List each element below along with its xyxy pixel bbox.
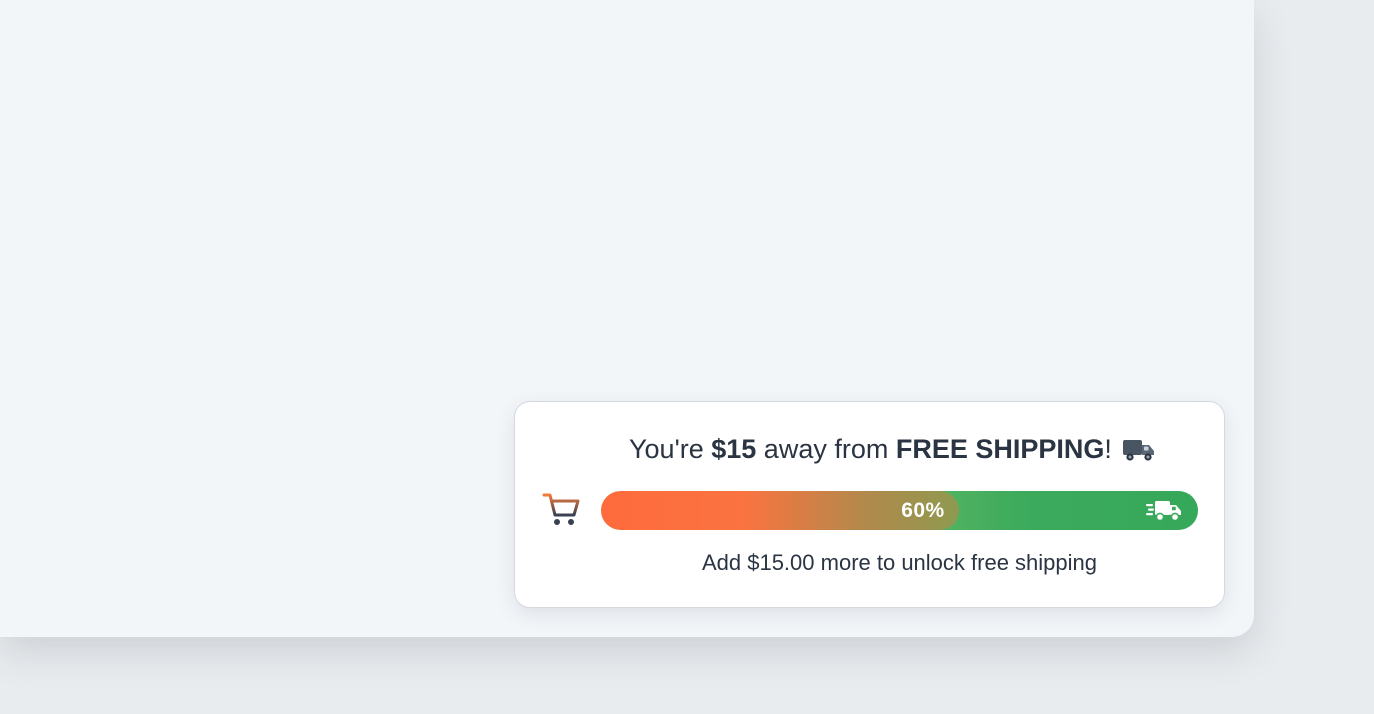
headline-goal: FREE SHIPPING — [895, 434, 1105, 464]
shipping-progress-bar: 60% — [601, 491, 1198, 530]
headline-middle: away from — [756, 434, 896, 464]
delivery-truck-icon — [1122, 439, 1154, 461]
free-shipping-progress-widget: You're $15 away from FREE SHIPPING ! 60% — [514, 401, 1225, 608]
headline-amount: $15 — [711, 434, 757, 464]
shipping-headline: You're $15 away from FREE SHIPPING ! — [515, 434, 1224, 465]
fast-delivery-truck-icon — [1146, 501, 1181, 522]
headline-prefix: You're — [629, 434, 712, 464]
shipping-subtext: Add $15.00 more to unlock free shipping — [701, 550, 1098, 575]
shopping-cart-icon — [542, 493, 580, 525]
headline-suffix: ! — [1104, 434, 1112, 464]
progress-percent-label: 60% — [901, 498, 945, 522]
